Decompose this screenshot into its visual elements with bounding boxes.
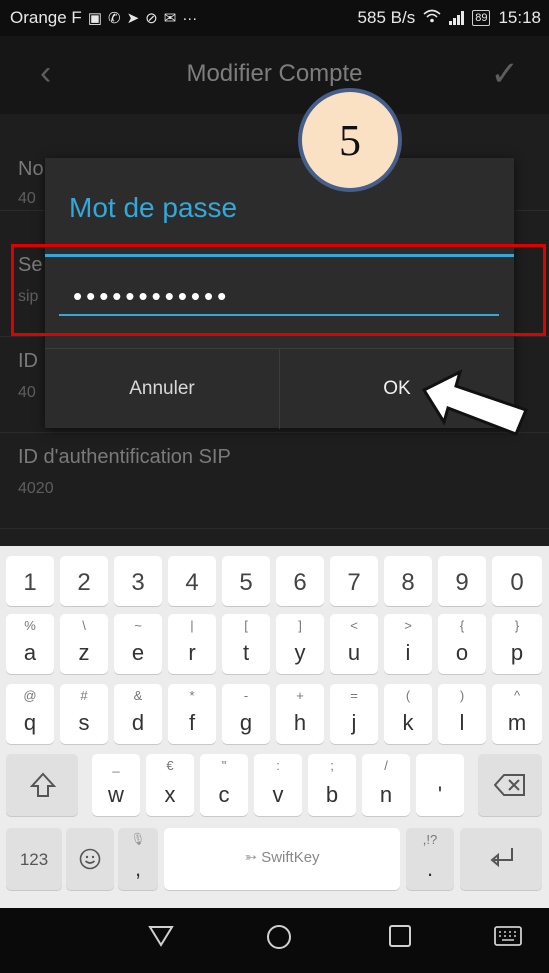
key-g[interactable]: -g xyxy=(222,684,270,744)
backspace-key[interactable] xyxy=(478,754,542,816)
bottom-row: 123 🎙 , ➳ SwiftKey ,!? . xyxy=(0,828,549,890)
key-b[interactable]: ; b xyxy=(308,754,356,816)
key-y[interactable]: ] y xyxy=(276,614,324,674)
enter-key[interactable] xyxy=(460,828,542,890)
step-badge: 5 xyxy=(298,88,402,192)
status-bar: Orange F ▣ ✆ ➤ ⊘ ✉ ··· 585 B/s 89 15:18 xyxy=(0,0,549,36)
letter-row-3: _ w € x " c :v ; b / n ' xyxy=(0,754,549,816)
key-apostrophe[interactable]: ' xyxy=(416,754,464,816)
key-k[interactable]: (k xyxy=(384,684,432,744)
key-t[interactable]: [t xyxy=(222,614,270,674)
key-x[interactable]: € x xyxy=(146,754,194,816)
key-h[interactable]: + h xyxy=(276,684,324,744)
clock: 15:18 xyxy=(498,8,541,27)
key-o[interactable]: {o xyxy=(438,614,486,674)
backspace-icon xyxy=(494,774,525,796)
network-speed: 585 B/s xyxy=(357,8,416,27)
number-row: 1 2 3 4 5 6 7 8 9 0 xyxy=(0,556,549,606)
check-circle-icon: ⊘ xyxy=(145,10,158,27)
carrier-name: Orange F xyxy=(10,8,82,27)
key-j[interactable]: = j xyxy=(330,684,378,744)
highlight-box xyxy=(11,244,546,336)
key-6[interactable]: 6 xyxy=(276,556,324,606)
microphone-icon: 🎙 xyxy=(130,832,146,846)
shift-icon xyxy=(30,772,56,797)
key-c[interactable]: " c xyxy=(200,754,248,816)
mail-icon: ✉ xyxy=(163,10,177,27)
dialog-title: Mot de passe xyxy=(69,192,238,223)
key-9[interactable]: 9 xyxy=(438,556,486,606)
back-triangle-icon[interactable] xyxy=(148,924,174,955)
home-circle-icon[interactable] xyxy=(266,924,292,957)
key-s[interactable]: # s xyxy=(60,684,108,744)
navigation-bar xyxy=(0,908,549,973)
period-key[interactable]: ,!? . xyxy=(406,828,454,890)
wifi-icon xyxy=(423,9,441,27)
keyboard-icon[interactable] xyxy=(494,924,522,955)
letter-row-2: @ q # s & d * f -g + h = j (k ) l ^ m xyxy=(0,684,549,744)
key-d[interactable]: & d xyxy=(114,684,162,744)
app-bar: ‹ Modifier Compte ✓ xyxy=(0,36,549,114)
setting-value: 40 xyxy=(18,190,36,207)
key-l[interactable]: ) l xyxy=(438,684,486,744)
check-icon[interactable]: ✓ xyxy=(491,54,520,94)
setting-label: No xyxy=(18,158,44,180)
page-title: Modifier Compte xyxy=(186,60,363,87)
key-0[interactable]: 0 xyxy=(492,556,542,606)
key-v[interactable]: :v xyxy=(254,754,302,816)
swiftkey-logo: ➳ SwiftKey xyxy=(244,849,320,866)
space-bar[interactable]: ➳ SwiftKey xyxy=(164,828,400,890)
key-z[interactable]: \ z xyxy=(60,614,108,674)
smiley-icon xyxy=(79,848,101,870)
key-w[interactable]: _ w xyxy=(92,754,140,816)
setting-value: 40 xyxy=(18,384,36,401)
key-8[interactable]: 8 xyxy=(384,556,432,606)
key-1[interactable]: 1 xyxy=(6,556,54,606)
key-r[interactable]: | r xyxy=(168,614,216,674)
setting-label: ID xyxy=(18,350,38,372)
emoji-key[interactable] xyxy=(66,828,114,890)
key-5[interactable]: 5 xyxy=(222,556,270,606)
recents-square-icon[interactable] xyxy=(388,924,412,955)
pointer-arrow-icon xyxy=(421,369,528,436)
swiftkey-keyboard: 1 2 3 4 5 6 7 8 9 0 % a \ z ~ e | r [t ] y < u… xyxy=(0,546,549,908)
enter-icon xyxy=(490,848,513,868)
cancel-button[interactable]: Annuler xyxy=(45,349,280,429)
key-u[interactable]: < u xyxy=(330,614,378,674)
signal-icon xyxy=(449,11,465,25)
key-f[interactable]: * f xyxy=(168,684,216,744)
setting-item[interactable]: ID d'authentification SIP 4020 xyxy=(0,432,549,529)
shift-key[interactable] xyxy=(6,754,78,816)
key-i[interactable]: > i xyxy=(384,614,432,674)
key-3[interactable]: 3 xyxy=(114,556,162,606)
key-2[interactable]: 2 xyxy=(60,556,108,606)
setting-value: 4020 xyxy=(18,480,54,497)
key-m[interactable]: ^ m xyxy=(492,684,542,744)
missed-call-icon: ✆ xyxy=(108,10,121,27)
numbers-key[interactable]: 123 xyxy=(6,828,62,890)
maps-icon: ➤ xyxy=(126,10,140,27)
key-7[interactable]: 7 xyxy=(330,556,378,606)
key-p[interactable]: } p xyxy=(492,614,542,674)
setting-label: ID d'authentification SIP xyxy=(18,446,231,468)
key-e[interactable]: ~ e xyxy=(114,614,162,674)
key-4[interactable]: 4 xyxy=(168,556,216,606)
key-q[interactable]: @ q xyxy=(6,684,54,744)
swiftkey-arrow-icon: ➳ xyxy=(244,849,258,866)
letter-row-1: % a \ z ~ e | r [t ] y < u > i {o } p xyxy=(0,614,549,674)
key-n[interactable]: / n xyxy=(362,754,410,816)
battery-icon: 89 xyxy=(472,10,491,26)
more-notifications: ··· xyxy=(182,9,198,27)
comma-key[interactable]: 🎙 , xyxy=(118,828,158,890)
message-icon: ▣ xyxy=(87,10,102,27)
key-a[interactable]: % a xyxy=(6,614,54,674)
